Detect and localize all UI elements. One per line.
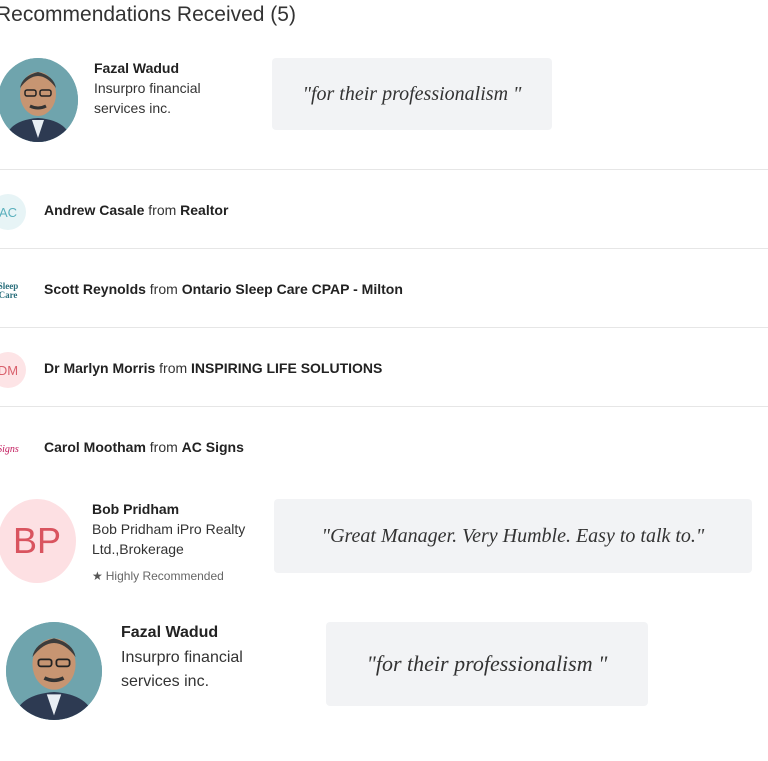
logo-text: Signs [0, 443, 19, 455]
avatar: DM [0, 352, 26, 388]
recommender-company[interactable]: Realtor [180, 202, 228, 218]
list-item[interactable]: AC Andrew Casale from Realtor [0, 169, 768, 248]
from-label: from [149, 281, 178, 297]
recommendation-card-fazal-bottom: Fazal Wadud Insurpro financial services … [0, 610, 768, 760]
recommender-name[interactable]: Bob Pridham [92, 501, 179, 517]
recommender-company[interactable]: AC Signs [182, 439, 244, 455]
recommendation-card-fazal-top: Fazal Wadud Insurpro financial services … [0, 0, 768, 168]
from-label: from [149, 439, 178, 455]
avatar-initials: AC [0, 204, 18, 220]
company-logo: Sleep Care [0, 273, 26, 309]
recommender-name[interactable]: Andrew Casale [44, 202, 144, 218]
highly-recommended-badge: ★ Highly Recommended [92, 569, 224, 583]
recommendations-panel: Recommendations Received (5) Fazal Wadud… [0, 0, 768, 761]
list-item[interactable]: Sleep Care Scott Reynolds from Ontario S… [0, 248, 768, 327]
badge-label: Highly Recommended [105, 569, 224, 583]
recommendation-quote: "Great Manager. Very Humble. Easy to tal… [321, 524, 705, 547]
recommendation-card-bob: BP Bob Pridham Bob Pridham iPro Realty L… [0, 485, 768, 605]
avatar: AC [0, 194, 26, 230]
recommender-company: Insurpro financial services inc. [94, 80, 201, 116]
recommender-name[interactable]: Fazal Wadud [94, 60, 179, 76]
company-logo: Signs [0, 431, 26, 467]
list-item[interactable]: DM Dr Marlyn Morris from INSPIRING LIFE … [0, 327, 768, 406]
recommender-name[interactable]: Dr Marlyn Morris [44, 360, 155, 376]
recommender-company: Bob Pridham iPro Realty Ltd.,Brokerage [92, 521, 246, 557]
avatar-initials: BP [12, 520, 62, 561]
recommendation-quote: "for their professionalism " [366, 651, 608, 676]
recommender-name[interactable]: Carol Mootham [44, 439, 146, 455]
list-item[interactable]: Signs Carol Mootham from AC Signs [0, 406, 768, 485]
star-icon: ★ [92, 569, 103, 583]
recommendation-quote-box: "for their professionalism " [326, 622, 648, 706]
logo-text: Sleep Care [0, 281, 19, 300]
recommender-company[interactable]: Ontario Sleep Care CPAP - Milton [182, 281, 403, 297]
from-label: from [148, 202, 177, 218]
person-photo-icon [6, 622, 102, 720]
recommender-name[interactable]: Fazal Wadud [121, 624, 218, 642]
avatar-photo[interactable] [0, 58, 78, 142]
recommendation-quote-box: "for their professionalism " [272, 58, 552, 130]
recommender-name[interactable]: Scott Reynolds [44, 281, 146, 297]
avatar[interactable]: BP [0, 499, 76, 583]
recommendation-quote: "for their professionalism " [302, 82, 522, 105]
person-photo-icon [0, 58, 78, 142]
recommendation-quote-box: "Great Manager. Very Humble. Easy to tal… [274, 499, 752, 573]
recommender-company: Insurpro financial services inc. [121, 649, 243, 690]
avatar-photo[interactable] [6, 622, 102, 720]
from-label: from [159, 360, 188, 376]
avatar-initials: DM [0, 362, 19, 378]
recommender-company[interactable]: INSPIRING LIFE SOLUTIONS [191, 360, 382, 376]
